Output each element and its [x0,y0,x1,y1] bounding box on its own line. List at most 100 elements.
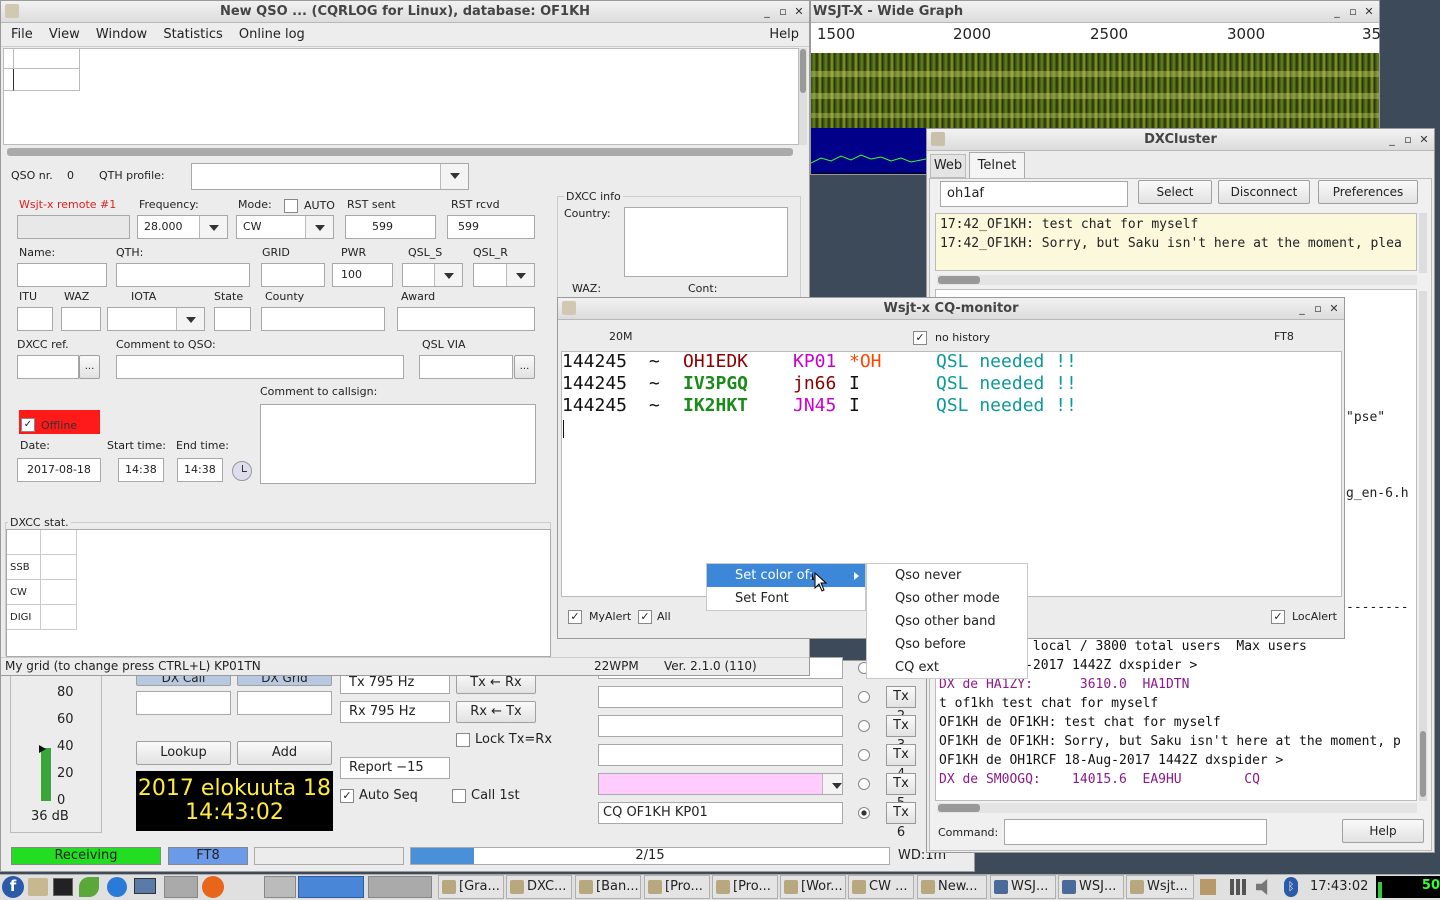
menu-file[interactable]: File [11,27,33,42]
tx4-radio[interactable] [858,749,870,761]
close-icon[interactable]: ✕ [1416,129,1432,150]
maximize-icon[interactable]: ▫ [1345,1,1361,22]
submenu-qso-never[interactable]: Qso never [867,564,1027,587]
qsl-via-button[interactable]: ... [514,355,535,379]
chat-hscroll[interactable] [937,275,1417,285]
maximize-icon[interactable]: ▫ [1400,129,1416,150]
tab-web[interactable]: Web [930,154,966,178]
task-item[interactable]: [Pro... [712,875,778,899]
menu-window[interactable]: Window [96,27,147,42]
dxcc-ref-button[interactable]: ... [79,355,100,379]
task-item[interactable]: New... [917,875,987,899]
frequency-select[interactable]: 28.000 [137,215,228,239]
tx3-radio[interactable] [858,720,870,732]
qsl-via-input[interactable] [419,355,513,379]
callsign-input[interactable] [17,215,130,239]
rx-from-tx-button[interactable]: Rx ← Tx [456,701,536,723]
maximize-icon[interactable]: ▫ [775,1,791,22]
menu-online-log[interactable]: Online log [239,27,305,42]
tx5-button[interactable]: Tx 5 [886,773,916,811]
menu-help[interactable]: Help [769,23,799,46]
task-item[interactable]: [Ban... [575,875,641,899]
scroll-thumb[interactable] [938,804,980,812]
clipboard-icon[interactable] [1200,879,1216,895]
dx-call-input[interactable] [136,691,231,715]
workspace-4[interactable] [298,876,364,898]
chevron-down-icon[interactable] [506,264,534,286]
rx-freq-spin[interactable]: Rx 795 Hz [340,701,450,723]
localert-checkbox[interactable]: ✓ [1271,610,1285,624]
no-history-checkbox[interactable]: ✓ [913,331,927,345]
task-item[interactable]: [Gra... [438,875,504,899]
task-item[interactable]: CW ... [848,875,914,899]
log-vscroll[interactable] [1419,291,1427,801]
taskbar-clock[interactable]: 17:43:02 [1310,877,1368,897]
workspace-5[interactable] [368,876,432,898]
clock-icon[interactable] [232,461,252,481]
task-item[interactable]: [Wor... [780,875,846,899]
tx2-message[interactable] [598,686,843,708]
globe-icon[interactable] [107,877,127,897]
tx6-message[interactable]: CQ OF1KH KP01 [598,802,843,824]
call-1st-checkbox[interactable] [452,789,466,803]
mode-select[interactable]: CW [236,215,334,239]
minimize-icon[interactable]: _ [1329,1,1345,22]
submenu-qso-other-band[interactable]: Qso other band [867,610,1027,633]
add-button[interactable]: Add [237,741,332,765]
chevron-down-icon[interactable] [176,308,204,330]
workspace-1[interactable] [164,876,198,898]
county-input[interactable] [261,307,385,331]
all-checkbox[interactable]: ✓ [638,610,652,624]
firefox-icon[interactable] [202,876,224,898]
menu-view[interactable]: View [49,27,80,42]
callsign-input[interactable]: oh1af [940,181,1128,207]
lookup-button[interactable]: Lookup [136,741,231,765]
task-item[interactable]: Wsjt... [1126,875,1194,899]
tx4-button[interactable]: Tx 4 [886,744,916,782]
chevron-down-icon[interactable] [199,216,227,238]
qso-grid-vscroll[interactable] [799,48,807,145]
disconnect-button[interactable]: Disconnect [1218,180,1310,204]
close-icon[interactable]: ✕ [1326,298,1342,319]
qsl-r-select[interactable] [473,263,535,287]
tx3-message[interactable] [598,715,843,737]
chevron-down-icon[interactable] [305,216,333,238]
chevron-down-icon[interactable] [440,164,468,189]
qsl-s-select[interactable] [402,263,463,287]
rst-sent-input[interactable]: 599 [345,215,436,239]
tx6-radio[interactable] [858,807,870,819]
task-item[interactable]: [Pro... [644,875,710,899]
command-input[interactable] [1004,819,1267,845]
bluetooth-icon[interactable]: ᛒ [1284,877,1298,897]
tx3-button[interactable]: Tx 3 [886,715,916,753]
name-input[interactable] [17,263,107,287]
qth-input[interactable] [116,263,250,287]
offline-checkbox[interactable]: ✓ [21,418,35,432]
dx-grid-input[interactable] [237,691,332,715]
report-spin[interactable]: Report −15 [340,757,450,779]
minimize-icon[interactable]: _ [1294,298,1310,319]
start-menu-icon[interactable]: f [2,876,24,898]
tx4-message[interactable] [598,744,843,766]
grid-input[interactable] [261,263,325,287]
log-hscroll[interactable] [937,803,1417,813]
dxcc-ref-input[interactable] [17,355,79,379]
rst-rcvd-input[interactable]: 599 [447,215,535,239]
qso-grid-hscroll[interactable] [7,148,793,156]
iota-select[interactable] [107,307,205,331]
end-input[interactable]: 14:38 [177,458,223,482]
close-icon[interactable]: ✕ [791,1,807,22]
auto-seq-checkbox[interactable]: ✓ [340,789,354,803]
minimize-icon[interactable]: _ [759,1,775,22]
submenu-qso-other-mode[interactable]: Qso other mode [867,587,1027,610]
waz-input[interactable] [61,307,101,331]
date-input[interactable]: 2017-08-18 [17,458,101,482]
comment-qso-input[interactable] [116,355,404,379]
qth-profile-select[interactable] [191,163,469,190]
tx6-button[interactable]: Tx 6 [886,802,916,840]
preferences-button[interactable]: Preferences [1318,180,1418,204]
state-input[interactable] [214,307,251,331]
menu-statistics[interactable]: Statistics [163,27,222,42]
scroll-thumb[interactable] [800,49,806,93]
auto-checkbox[interactable] [284,199,298,213]
